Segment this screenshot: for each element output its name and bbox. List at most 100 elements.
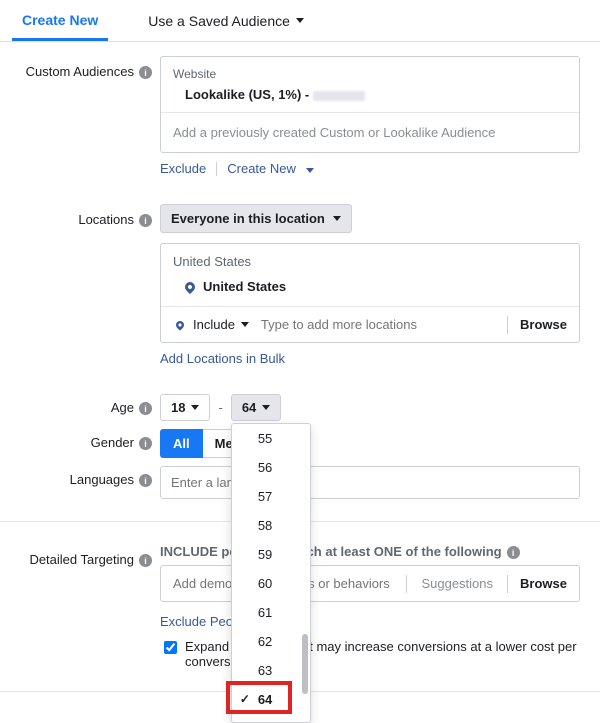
age-menu-item[interactable]: 60: [232, 569, 310, 598]
label-age: Age i: [0, 394, 160, 421]
age-menu-item[interactable]: 59: [232, 540, 310, 569]
age-menu-item[interactable]: 56: [232, 453, 310, 482]
section-age: Age i 18 - 64: [0, 380, 600, 425]
label-age-text: Age: [111, 400, 134, 415]
section-custom-audiences: Custom Audiences i Website Lookalike (US…: [0, 42, 600, 190]
scrollbar[interactable]: [302, 634, 308, 694]
website-label: Website: [173, 67, 567, 81]
create-new-text: Create New: [227, 161, 296, 176]
divider: [507, 316, 508, 334]
include-header: INCLUDE pe ch at least ONE of the follow…: [160, 544, 580, 559]
exclude-people-link[interactable]: Exclude Peop: [160, 614, 240, 629]
caret-down-icon: [241, 322, 249, 327]
divider: [406, 575, 407, 593]
age-menu-item[interactable]: 65+: [232, 714, 310, 723]
caret-down-icon: [306, 168, 314, 173]
tab-create-new[interactable]: Create New: [12, 0, 108, 41]
age-menu-item[interactable]: 58: [232, 511, 310, 540]
info-icon[interactable]: i: [139, 474, 152, 487]
age-menu-item-label: 64: [258, 692, 272, 707]
location-group-header: United States: [161, 244, 579, 273]
label-custom-audiences-text: Custom Audiences: [26, 64, 134, 79]
languages-input[interactable]: [160, 466, 580, 499]
info-icon[interactable]: i: [139, 214, 152, 227]
info-icon[interactable]: i: [139, 437, 152, 450]
caret-down-icon: [296, 18, 304, 23]
pin-icon: [183, 279, 197, 293]
label-gender-text: Gender: [91, 435, 134, 450]
age-to-menu: 55 56 57 58 59 60 61 62 63 ✓ 64 65+: [231, 423, 311, 723]
include-text: Include: [193, 317, 235, 332]
age-to-value: 64: [242, 400, 256, 415]
detailed-targeting-input-row: Suggestions Browse: [160, 565, 580, 602]
browse-targeting[interactable]: Browse: [516, 574, 571, 593]
location-item-text: United States: [203, 279, 286, 294]
exclude-link[interactable]: Exclude: [160, 161, 206, 176]
age-to-dropdown[interactable]: 64: [231, 394, 281, 421]
location-item[interactable]: United States: [161, 273, 579, 306]
age-menu-item[interactable]: 57: [232, 482, 310, 511]
age-menu-item[interactable]: 61: [232, 598, 310, 627]
divider: [216, 162, 217, 176]
age-menu-item-label: 55: [258, 431, 272, 446]
include-header-prefix: INCLUDE pe: [160, 544, 237, 559]
label-locations-text: Locations: [78, 212, 134, 227]
divider: [507, 575, 508, 593]
info-icon[interactable]: i: [139, 554, 152, 567]
custom-audiences-box: Website Lookalike (US, 1%) - Add a previ…: [160, 56, 580, 153]
add-locations-bulk-link[interactable]: Add Locations in Bulk: [160, 351, 285, 366]
include-header-suffix: ch at least ONE of the following: [307, 544, 502, 559]
expand-targeting-row: Expand it may increase conversions at a …: [160, 639, 580, 669]
age-dash: -: [218, 400, 222, 415]
info-icon[interactable]: i: [139, 402, 152, 415]
browse-locations[interactable]: Browse: [516, 315, 571, 334]
gender-all-button[interactable]: All: [160, 429, 203, 458]
info-icon[interactable]: i: [139, 66, 152, 79]
caret-down-icon: [262, 405, 270, 410]
age-menu-item-label: 57: [258, 489, 272, 504]
age-menu-item[interactable]: ✓ 64: [232, 685, 310, 714]
label-detailed-targeting: Detailed Targeting i: [0, 544, 160, 669]
lookalike-chip[interactable]: Lookalike (US, 1%) -: [173, 87, 567, 102]
age-menu-item-label: 58: [258, 518, 272, 533]
label-custom-audiences: Custom Audiences i: [0, 56, 160, 176]
info-icon[interactable]: i: [507, 546, 520, 559]
label-detailed-targeting-text: Detailed Targeting: [29, 552, 134, 567]
section-locations: Locations i Everyone in this location Un…: [0, 190, 600, 380]
age-menu-item[interactable]: 55: [232, 424, 310, 453]
age-menu-item-label: 61: [258, 605, 272, 620]
create-new-link[interactable]: Create New: [227, 161, 313, 176]
age-from-value: 18: [171, 400, 185, 415]
expand-prefix: Expand: [185, 639, 229, 654]
age-menu-item-label: 60: [258, 576, 272, 591]
label-languages: Languages i: [0, 466, 160, 499]
gender-buttons: All Me: [160, 429, 580, 458]
age-from-dropdown[interactable]: 18: [160, 394, 210, 421]
pin-icon: [174, 319, 185, 330]
label-gender: Gender i: [0, 429, 160, 458]
age-menu-item-label: 59: [258, 547, 272, 562]
label-languages-text: Languages: [70, 472, 134, 487]
expand-targeting-checkbox[interactable]: [164, 641, 177, 654]
location-search-input[interactable]: [255, 313, 499, 336]
label-locations: Locations i: [0, 204, 160, 366]
caret-down-icon: [333, 216, 341, 221]
age-menu-item-label: 62: [258, 634, 272, 649]
location-type-value: Everyone in this location: [171, 211, 325, 226]
caret-down-icon: [191, 405, 199, 410]
custom-audience-add-input[interactable]: Add a previously created Custom or Looka…: [161, 113, 579, 152]
age-menu-item[interactable]: 62: [232, 627, 310, 656]
tab-saved-audience[interactable]: Use a Saved Audience: [138, 1, 314, 41]
age-menu-item-label: 56: [258, 460, 272, 475]
audience-tabs: Create New Use a Saved Audience: [0, 0, 600, 42]
check-icon: ✓: [240, 692, 250, 706]
lookalike-text: Lookalike (US, 1%) -: [185, 87, 313, 102]
age-menu-item[interactable]: 63: [232, 656, 310, 685]
location-type-dropdown[interactable]: Everyone in this location: [160, 204, 352, 233]
locations-box: United States United States Include Brow…: [160, 243, 580, 343]
include-dropdown[interactable]: Include: [169, 313, 255, 336]
tab-saved-audience-label: Use a Saved Audience: [148, 13, 290, 29]
suggestions-link[interactable]: Suggestions: [415, 576, 499, 591]
obscured-name: [313, 91, 365, 101]
age-menu-item-label: 63: [258, 663, 272, 678]
